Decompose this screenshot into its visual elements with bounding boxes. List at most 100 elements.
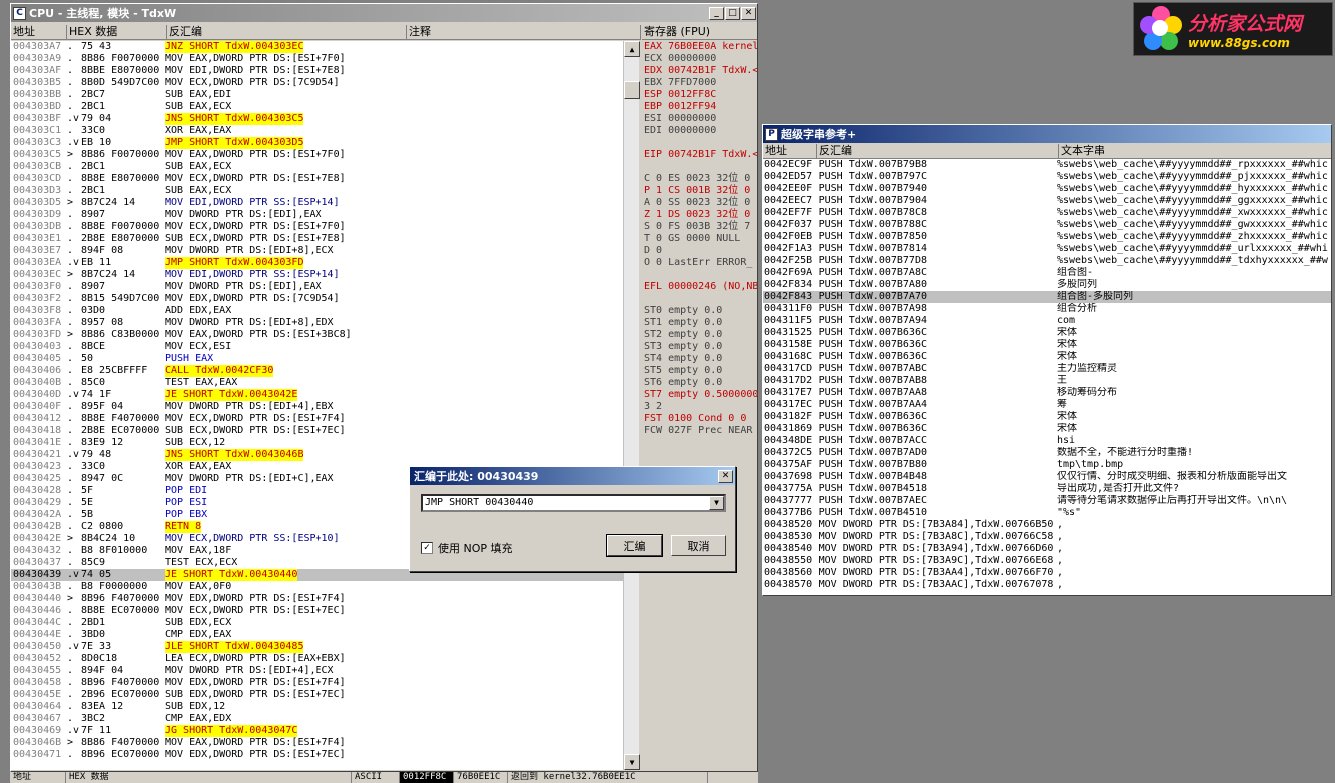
register-line[interactable]: EBP 0012FF94 [642, 101, 757, 113]
col-addr[interactable]: 地址 [11, 25, 67, 39]
dialog-close-icon[interactable]: ✕ [718, 469, 733, 483]
disasm-row[interactable]: 004303D9. 8907 MOV DWORD PTR DS:[EDI],EAX [11, 209, 623, 221]
string-row[interactable]: 0042F843 PUSH TdxW.007B7A70 组合图-多股同列 [763, 291, 1331, 303]
disasm-row[interactable]: 004303AF. 8BBE E8070000 MOV EDI,DWORD PTR … [11, 65, 623, 77]
string-row[interactable]: 004377B6 PUSH TdxW.007B4510 "%s" [763, 507, 1331, 519]
string-row[interactable]: 00438570 MOV DWORD PTR DS:[7B3AAC],TdxW.0… [763, 579, 1331, 591]
register-line[interactable]: EIP 00742B1F TdxW.< [642, 149, 757, 161]
string-row[interactable]: 004311F0 PUSH TdxW.007B7A98 组合分析 [763, 303, 1331, 315]
cancel-button[interactable]: 取消 [671, 535, 726, 556]
disasm-row[interactable]: 004303C3 .v EB 10 JMP SHORT TdxW.004303D5 [11, 137, 623, 149]
dump-col-hex[interactable]: HEX 数据 [66, 772, 352, 783]
col-str-text[interactable]: 文本字串 [1059, 144, 1331, 158]
string-row[interactable]: 0042F1A3 PUSH TdxW.007B7814 %swebs\web_cac… [763, 243, 1331, 255]
nop-fill-option[interactable]: ✓ 使用 NOP 填充 [421, 540, 513, 556]
register-line[interactable]: ESP 0012FF8C [642, 89, 757, 101]
disasm-row[interactable]: 00430406. E8 25CBFFFF CALL TdxW.0042CF30 [11, 365, 623, 377]
string-row[interactable]: 00438530 MOV DWORD PTR DS:[7B3A8C],TdxW.0… [763, 531, 1331, 543]
assemble-button[interactable]: 汇编 [606, 534, 663, 557]
disasm-row[interactable]: 00430455. 894F 04 MOV DWORD PTR DS:[EDI+4]… [11, 665, 623, 677]
disasm-row[interactable]: 00430469 .v 7F 11 JG SHORT TdxW.0043047C [11, 725, 623, 737]
col-str-addr[interactable]: 地址 [763, 144, 817, 158]
disasm-row[interactable]: 004303F2. 8B15 549D7C00 MOV EDX,DWORD PTR … [11, 293, 623, 305]
registers-pane[interactable]: EAX 76B0EE0A kernel ECX 00000000 EDX 00742… [642, 41, 757, 770]
string-row[interactable]: 004311F5 PUSH TdxW.007B7A94 com [763, 315, 1331, 327]
disasm-row[interactable]: 00430421 .v 79 48 JNS SHORT TdxW.0043046B [11, 449, 623, 461]
string-row[interactable]: 004372C5 PUSH TdxW.007B7AD0 数据不全，不能进行分时重播! [763, 447, 1331, 459]
disasm-row[interactable]: 004303D5 >8B7C24 14 MOV EDI,DWORD PTR SS:[… [11, 197, 623, 209]
disasm-row[interactable]: 004303C5 >8B86 F0070000 MOV EAX,DWORD PTR … [11, 149, 623, 161]
string-row[interactable]: 00431869 PUSH TdxW.007B636C 宋体 [763, 423, 1331, 435]
disasm-row[interactable]: 00430412. 8B8E F4070000 MOV ECX,DWORD PTR … [11, 413, 623, 425]
register-line[interactable]: ESI 00000000 [642, 113, 757, 125]
disassembly-pane[interactable]: 004303A7. 75 43 JNZ SHORT TdxW.004303EC 004… [11, 41, 623, 770]
disasm-row[interactable]: 0043043B. B8 F0000000 MOV EAX,0F0 [11, 581, 623, 593]
string-row[interactable]: 0042EC9F PUSH TdxW.007B79B8 %swebs\web_cac… [763, 159, 1331, 171]
disasm-row[interactable]: 004303A9. 8B86 F0070000 MOV EAX,DWORD PTR … [11, 53, 623, 65]
col-comment[interactable]: 注释 [407, 25, 641, 39]
col-disasm[interactable]: 反汇编 [167, 25, 407, 39]
string-row[interactable]: 0043182F PUSH TdxW.007B636C 宋体 [763, 411, 1331, 423]
register-line[interactable]: FCW 027F Prec NEAR [642, 425, 757, 437]
string-row[interactable]: 004317D2 PUSH TdxW.007B7AB8 王 [763, 375, 1331, 387]
register-line[interactable]: P 1 CS 001B 32位 0 [642, 185, 757, 197]
register-line[interactable]: ST7 empty 0.5000000 [642, 389, 757, 401]
string-row[interactable]: 0042EE0F PUSH TdxW.007B7940 %swebs\web_cac… [763, 183, 1331, 195]
register-line[interactable]: ST6 empty 0.0 [642, 377, 757, 389]
register-line[interactable]: ST3 empty 0.0 [642, 341, 757, 353]
strings-list[interactable]: 0042EC9F PUSH TdxW.007B79B8 %swebs\web_cac… [763, 159, 1331, 595]
register-line[interactable] [642, 293, 757, 305]
string-row[interactable]: 0042F69A PUSH TdxW.007B7A8C 组合图- [763, 267, 1331, 279]
assemble-input-value[interactable]: JMP SHORT 00430440 [425, 497, 533, 508]
minimize-icon[interactable]: _ [709, 6, 724, 20]
nop-fill-checkbox[interactable]: ✓ [421, 542, 433, 554]
disasm-row[interactable]: 00430464. 83EA 12 SUB EDX,12 [11, 701, 623, 713]
string-row[interactable]: 00437698 PUSH TdxW.007B4B48 仅仅行情、分时成交明细、报表… [763, 471, 1331, 483]
disasm-row[interactable]: 004303FD >8B86 C83B0000 MOV EAX,DWORD PTR … [11, 329, 623, 341]
disasm-row[interactable]: 004303BB. 2BC7 SUB EAX,EDI [11, 89, 623, 101]
register-line[interactable]: ST0 empty 0.0 [642, 305, 757, 317]
disasm-row[interactable]: 0043044C. 2BD1 SUB EDX,ECX [11, 617, 623, 629]
register-line[interactable]: S 0 FS 003B 32位 7 [642, 221, 757, 233]
string-row[interactable]: 0042F0EB PUSH TdxW.007B7850 %swebs\web_cac… [763, 231, 1331, 243]
disasm-row[interactable]: 00430458. 8B96 F4070000 MOV EDX,DWORD PTR … [11, 677, 623, 689]
cpu-titlebar[interactable]: C CPU - 主线程, 模块 - TdxW _ □ ✕ [11, 4, 757, 22]
string-row[interactable]: 0042F25B PUSH TdxW.007B77D8 %swebs\web_cac… [763, 255, 1331, 267]
close-icon[interactable]: ✕ [741, 6, 756, 20]
disasm-row[interactable]: 00430467. 3BC2 CMP EAX,EDX [11, 713, 623, 725]
string-row[interactable]: 0042EF7F PUSH TdxW.007B78C8 %swebs\web_cac… [763, 207, 1331, 219]
scroll-down-icon[interactable]: ▼ [624, 754, 640, 770]
disasm-row[interactable]: 0043041E. 83E9 12 SUB ECX,12 [11, 437, 623, 449]
string-row[interactable]: 00431525 PUSH TdxW.007B636C 宋体 [763, 327, 1331, 339]
disasm-row[interactable]: 004303CB. 2BC1 SUB EAX,ECX [11, 161, 623, 173]
string-row[interactable]: 004348DE PUSH TdxW.007B7ACC hsi [763, 435, 1331, 447]
col-hex[interactable]: HEX 数据 [67, 25, 167, 39]
string-row[interactable]: 0042EEC7 PUSH TdxW.007B7904 %swebs\web_cac… [763, 195, 1331, 207]
disassembly-scrollbar[interactable]: ▲ ▼ [623, 41, 640, 770]
disasm-row[interactable]: 0043044E. 3BD0 CMP EDX,EAX [11, 629, 623, 641]
assemble-input[interactable]: JMP SHORT 00430440 ▼ [421, 494, 726, 512]
string-row[interactable]: 004317EC PUSH TdxW.007B7AA4 筹 [763, 399, 1331, 411]
disasm-row[interactable]: 00430471. 8B96 EC070000 MOV EDX,DWORD PTR … [11, 749, 623, 761]
string-row[interactable]: 004375AF PUSH TdxW.007B7B80 tmp\tmp.bmp [763, 459, 1331, 471]
string-row[interactable]: 0043168C PUSH TdxW.007B636C 宋体 [763, 351, 1331, 363]
register-line[interactable]: EBX 7FFD7000 [642, 77, 757, 89]
register-line[interactable]: EAX 76B0EE0A kernel [642, 41, 757, 53]
disasm-row[interactable]: 0043045E. 2B96 EC070000 SUB EDX,DWORD PTR … [11, 689, 623, 701]
disasm-row[interactable]: 0043040D .v 74 1F JE SHORT TdxW.0043042E [11, 389, 623, 401]
disasm-row[interactable]: 004303EC >8B7C24 14 MOV EDI,DWORD PTR SS:[… [11, 269, 623, 281]
string-row[interactable]: 0042F037 PUSH TdxW.007B788C %swebs\web_cac… [763, 219, 1331, 231]
register-line[interactable]: T 0 GS 0000 NULL [642, 233, 757, 245]
string-row[interactable]: 00438560 MOV DWORD PTR DS:[7B3AA4],TdxW.0… [763, 567, 1331, 579]
disasm-row[interactable]: 00430440 >8B96 F4070000 MOV EDX,DWORD PTR … [11, 593, 623, 605]
col-str-disasm[interactable]: 反汇编 [817, 144, 1059, 158]
register-line[interactable]: ST2 empty 0.0 [642, 329, 757, 341]
string-row[interactable]: 00438550 MOV DWORD PTR DS:[7B3A9C],TdxW.0… [763, 555, 1331, 567]
string-row[interactable]: 004317E7 PUSH TdxW.007B7AA8 移动筹码分布 [763, 387, 1331, 399]
disasm-row[interactable]: 00430450 .v 7E 33 JLE SHORT TdxW.00430485 [11, 641, 623, 653]
register-line[interactable]: EDI 00000000 [642, 125, 757, 137]
dump-col-ascii[interactable]: ASCII [352, 772, 400, 783]
disasm-row[interactable]: 00430405. 50 PUSH EAX [11, 353, 623, 365]
register-line[interactable]: C 0 ES 0023 32位 0 [642, 173, 757, 185]
scroll-up-icon[interactable]: ▲ [624, 41, 640, 57]
